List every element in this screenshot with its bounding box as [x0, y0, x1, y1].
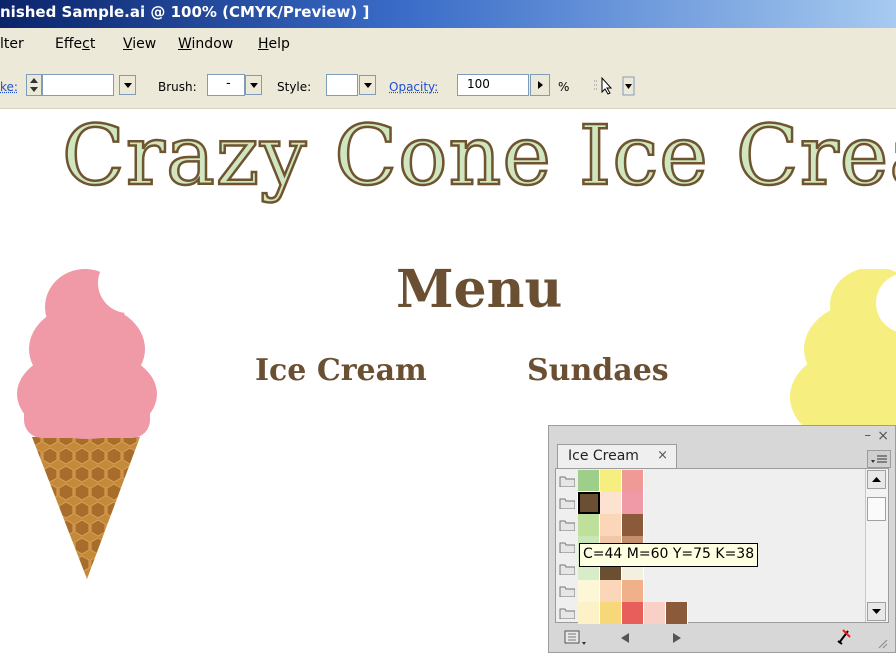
stroke-weight-spinner[interactable] — [26, 74, 42, 96]
resize-grip-icon[interactable] — [875, 636, 889, 650]
panel-close-button[interactable]: × — [877, 428, 889, 444]
swatch-group-row[interactable] — [556, 602, 856, 624]
select-similar-icon — [594, 76, 635, 96]
panel-menu-button[interactable] — [867, 450, 891, 468]
ice-cream-link[interactable]: Ice Cream — [255, 353, 427, 388]
color-swatch[interactable] — [600, 470, 622, 492]
color-swatch[interactable] — [622, 514, 644, 536]
opacity-arrow-button[interactable] — [530, 74, 550, 96]
color-swatch[interactable] — [622, 470, 644, 492]
brush-dropdown[interactable] — [245, 75, 262, 95]
color-swatch[interactable] — [600, 580, 622, 602]
menu-heading: Menu — [396, 259, 563, 320]
swatch-libraries-menu-icon[interactable] — [563, 628, 591, 648]
swatch-group-row[interactable] — [556, 470, 856, 492]
menubar: lter Effect View Window Help — [0, 28, 896, 61]
color-swatch[interactable] — [622, 580, 644, 602]
color-swatch[interactable] — [578, 580, 600, 602]
swatch-tooltip: C=44 M=60 Y=75 K=38 — [579, 543, 759, 567]
menu-window-label: Window — [178, 36, 234, 52]
brush-field[interactable]: - — [207, 74, 245, 96]
scroll-down-button[interactable] — [867, 602, 886, 621]
stroke-label[interactable]: ke: — [0, 80, 18, 94]
menu-view-label: View — [123, 36, 157, 52]
folder-icon — [559, 564, 575, 575]
control-bar: ke: Brush: - Style: Opacity: 100 % — [0, 61, 896, 109]
opacity-field[interactable]: 100 — [457, 74, 529, 96]
menu-view[interactable]: View — [123, 36, 156, 52]
window-titlebar: nished Sample.ai @ 100% (CMYK/Preview) ] — [0, 0, 896, 28]
panel-footer — [549, 624, 895, 652]
percent-sign: % — [558, 80, 570, 94]
color-swatch[interactable] — [600, 602, 622, 624]
folder-icon — [559, 520, 575, 531]
style-swatch[interactable] — [326, 74, 358, 96]
swatch-group-row[interactable] — [556, 491, 856, 515]
menu-filter-label: lter — [0, 36, 24, 52]
folder-icon — [559, 542, 575, 553]
folder-icon — [559, 498, 575, 509]
color-swatch[interactable] — [577, 491, 601, 515]
brush-label: Brush: — [158, 80, 197, 94]
menu-help-label: Help — [258, 36, 290, 52]
color-swatch[interactable] — [600, 492, 622, 514]
stroke-weight-field[interactable] — [42, 74, 114, 96]
menu-effect[interactable]: Effect — [55, 36, 95, 52]
tab-close-button[interactable]: × — [657, 448, 668, 463]
brush-value: - — [226, 76, 231, 91]
color-swatch[interactable] — [644, 602, 666, 624]
color-swatch[interactable] — [622, 602, 644, 624]
tab-label: Ice Cream — [568, 448, 639, 464]
menu-effect-label: Effect — [55, 36, 96, 52]
scroll-up-button[interactable] — [867, 470, 886, 489]
folder-icon — [559, 608, 575, 619]
swatch-group-row[interactable] — [556, 580, 856, 602]
menu-help[interactable]: Help — [258, 36, 290, 52]
select-similar-button[interactable] — [590, 75, 636, 97]
delete-swatch-icon[interactable] — [834, 627, 854, 647]
swatch-library-panel: – × Ice Cream × — [548, 425, 896, 653]
artwork-title: Crazy Cone Ice Cream — [61, 109, 896, 205]
style-dropdown[interactable] — [359, 75, 376, 95]
panel-menu-icon — [871, 455, 887, 463]
spinner-arrows-icon — [30, 78, 38, 92]
color-swatch[interactable] — [622, 492, 644, 514]
menu-filter[interactable]: lter — [0, 36, 24, 52]
opacity-label[interactable]: Opacity: — [389, 80, 438, 94]
style-label: Style: — [277, 80, 312, 94]
scroll-thumb[interactable] — [867, 497, 886, 521]
color-swatch[interactable] — [600, 514, 622, 536]
folder-icon — [559, 476, 575, 487]
folder-icon — [559, 586, 575, 597]
color-swatch[interactable] — [578, 470, 600, 492]
swatch-group-row[interactable] — [556, 514, 856, 536]
color-swatch[interactable] — [578, 602, 600, 624]
arrow-up-icon — [872, 477, 881, 482]
color-swatch[interactable] — [666, 602, 688, 624]
color-swatch[interactable] — [578, 514, 600, 536]
sundaes-link[interactable]: Sundaes — [527, 353, 669, 388]
arrow-down-icon — [872, 609, 881, 614]
pink-ice-cream-cone-icon — [17, 267, 158, 579]
previous-library-icon[interactable] — [617, 630, 633, 646]
window-title: nished Sample.ai @ 100% (CMYK/Preview) ] — [0, 3, 370, 21]
play-arrow-icon — [538, 81, 543, 89]
stroke-weight-dropdown[interactable] — [119, 75, 136, 95]
next-library-icon[interactable] — [669, 630, 685, 646]
tab-ice-cream[interactable]: Ice Cream × — [557, 444, 677, 468]
menu-window[interactable]: Window — [178, 36, 233, 52]
panel-scrollbar[interactable] — [865, 469, 888, 622]
panel-minimize-button[interactable]: – — [865, 428, 872, 443]
opacity-value: 100 — [467, 77, 490, 91]
